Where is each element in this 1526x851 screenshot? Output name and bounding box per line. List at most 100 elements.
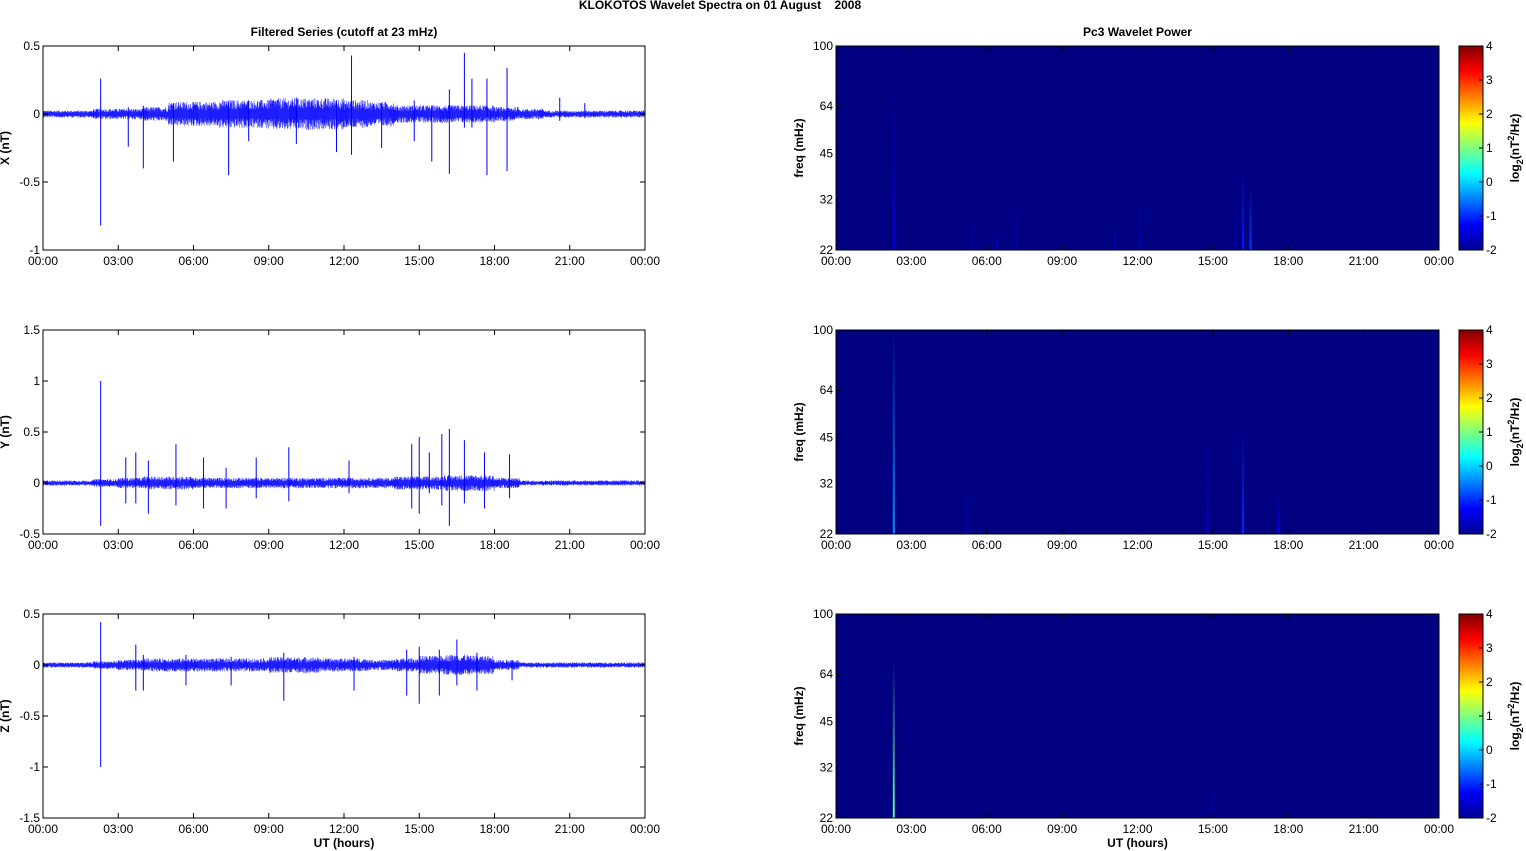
- x-tick-label: 06:00: [178, 538, 208, 552]
- y-tick-label: 32: [820, 193, 834, 207]
- colorbar-label: log2(nT2/Hz): [1506, 398, 1525, 467]
- colorbar-tick-label: 2: [1486, 391, 1493, 405]
- spectrogram-background: [836, 614, 1439, 818]
- y-axis-label: Y (nT): [0, 415, 12, 449]
- y-axis-label: freq (mHz): [792, 686, 806, 745]
- x-tick-label: 06:00: [972, 254, 1002, 268]
- x-tick-label: 18:00: [479, 822, 509, 836]
- wavelet-power-panel-2: 22324564100freq (mHz)00:00 03:00 06:00 09:0…: [792, 323, 1525, 552]
- figure: KLOKOTOS Wavelet Spectra on 01 August 20…: [0, 0, 1525, 850]
- y-tick-label: 100: [813, 323, 833, 337]
- x-tick-label: 15:00: [1198, 538, 1228, 552]
- x-tick-label: 12:00: [1122, 538, 1152, 552]
- x-tick-label: 00:00: [28, 538, 58, 552]
- x-tick-label: 00:00: [28, 254, 58, 268]
- x-tick-label: 09:00: [254, 822, 284, 836]
- x-tick-label: 21:00: [555, 822, 585, 836]
- x-axis-label: UT (hours): [314, 836, 375, 850]
- y-tick-label: -1: [29, 760, 40, 774]
- wavelet-power-panel-1: 22324564100freq (mHz)00:00 03:00 06:00 09:0…: [792, 25, 1525, 268]
- y-axis-label: freq (mHz): [792, 402, 806, 461]
- x-tick-label: 09:00: [1047, 538, 1077, 552]
- y-tick-label: 45: [820, 715, 834, 729]
- x-tick-label: 21:00: [555, 254, 585, 268]
- power-streak: [1242, 423, 1245, 534]
- colorbar-label: log2(nT2/Hz): [1506, 682, 1525, 751]
- power-streak: [1139, 176, 1142, 250]
- x-tick-label: 18:00: [1273, 254, 1303, 268]
- colorbar-tick-label: 1: [1486, 141, 1493, 155]
- x-tick-label: 15:00: [404, 822, 434, 836]
- colorbar-tick-label: -2: [1486, 811, 1497, 825]
- colorbar-tick-label: 3: [1486, 73, 1493, 87]
- time-series-panel-x: -1-0.500.5X (nT)00:0003:0006:0009:0012:0…: [0, 25, 660, 268]
- x-tick-label: 00:00: [821, 538, 851, 552]
- power-streak: [1015, 187, 1018, 250]
- colorbar-tick-label: 2: [1486, 675, 1493, 689]
- colorbar-tick-label: -2: [1486, 243, 1497, 257]
- x-tick-label: 12:00: [329, 822, 359, 836]
- colorbar: -2 -1 0 1 2 3 4 log2(nT2/Hz): [1458, 323, 1525, 541]
- power-streak: [892, 76, 895, 250]
- x-tick-label: 18:00: [1273, 538, 1303, 552]
- colorbar: -2 -1 0 1 2 3 4 log2(nT2/Hz): [1458, 39, 1525, 257]
- y-tick-label: 0: [33, 476, 40, 490]
- colorbar-tick-label: 1: [1486, 425, 1493, 439]
- x-tick-label: 21:00: [1349, 822, 1379, 836]
- y-axis-label: X (nT): [0, 131, 12, 165]
- x-tick-label: 03:00: [896, 254, 926, 268]
- x-tick-label: 03:00: [896, 822, 926, 836]
- colorbar-tick-label: -1: [1486, 493, 1497, 507]
- y-tick-label: 64: [820, 99, 834, 113]
- power-streak: [892, 330, 895, 534]
- spectrogram-background: [836, 46, 1439, 250]
- colorbar-tick-label: 2: [1486, 107, 1493, 121]
- x-tick-label: 18:00: [1273, 822, 1303, 836]
- colorbar-tick-label: 0: [1486, 743, 1493, 757]
- x-tick-label: 00:00: [821, 254, 851, 268]
- x-tick-label: 03:00: [103, 254, 133, 268]
- colorbar-tick-label: -1: [1486, 209, 1497, 223]
- colorbar-tick-label: 0: [1486, 175, 1493, 189]
- x-tick-label: 06:00: [178, 822, 208, 836]
- colorbar-tick-label: -1: [1486, 777, 1497, 791]
- x-tick-label: 12:00: [329, 254, 359, 268]
- y-tick-label: 45: [820, 147, 834, 161]
- colorbar-tick-label: 4: [1486, 39, 1493, 53]
- power-streak: [892, 662, 895, 818]
- power-streak: [1234, 176, 1237, 250]
- time-series-panel-y: -0.500.511.5Y (nT)00:0003:0006:0009:0012…: [0, 323, 660, 552]
- colorbar-tick-label: 1: [1486, 709, 1493, 723]
- power-streak: [1113, 217, 1116, 250]
- x-tick-label: 00:00: [821, 822, 851, 836]
- colorbar-label: log2(nT2/Hz): [1506, 114, 1525, 183]
- x-tick-label: 00:00: [1424, 538, 1454, 552]
- x-tick-label: 21:00: [1349, 254, 1379, 268]
- y-axis-label: Z (nT): [0, 699, 12, 732]
- x-tick-label: 03:00: [896, 538, 926, 552]
- x-tick-label: 00:00: [28, 822, 58, 836]
- x-tick-label: 12:00: [329, 538, 359, 552]
- y-axis-label: freq (mHz): [792, 118, 806, 177]
- colorbar-tick-label: 0: [1486, 459, 1493, 473]
- power-streak: [1242, 162, 1245, 250]
- x-tick-label: 21:00: [555, 538, 585, 552]
- y-tick-label: 1.5: [23, 323, 40, 337]
- x-tick-label: 18:00: [479, 254, 509, 268]
- x-tick-label: 09:00: [254, 538, 284, 552]
- y-tick-label: 64: [820, 667, 834, 681]
- x-tick-label: 15:00: [1198, 254, 1228, 268]
- plot-area: [43, 330, 645, 534]
- wavelet-power-panel-3: 22324564100freq (mHz)00:00 03:00 06:00 09:0…: [792, 607, 1525, 850]
- colorbar-tick-label: 3: [1486, 357, 1493, 371]
- x-tick-label: 00:00: [630, 538, 660, 552]
- x-tick-label: 06:00: [972, 538, 1002, 552]
- power-streak: [995, 227, 998, 250]
- x-tick-label: 15:00: [404, 254, 434, 268]
- colorbar-tick-label: 4: [1486, 323, 1493, 337]
- y-tick-label: 100: [813, 607, 833, 621]
- x-tick-label: 18:00: [479, 538, 509, 552]
- x-tick-label: 03:00: [103, 822, 133, 836]
- x-tick-label: 06:00: [972, 822, 1002, 836]
- x-tick-label: 00:00: [630, 254, 660, 268]
